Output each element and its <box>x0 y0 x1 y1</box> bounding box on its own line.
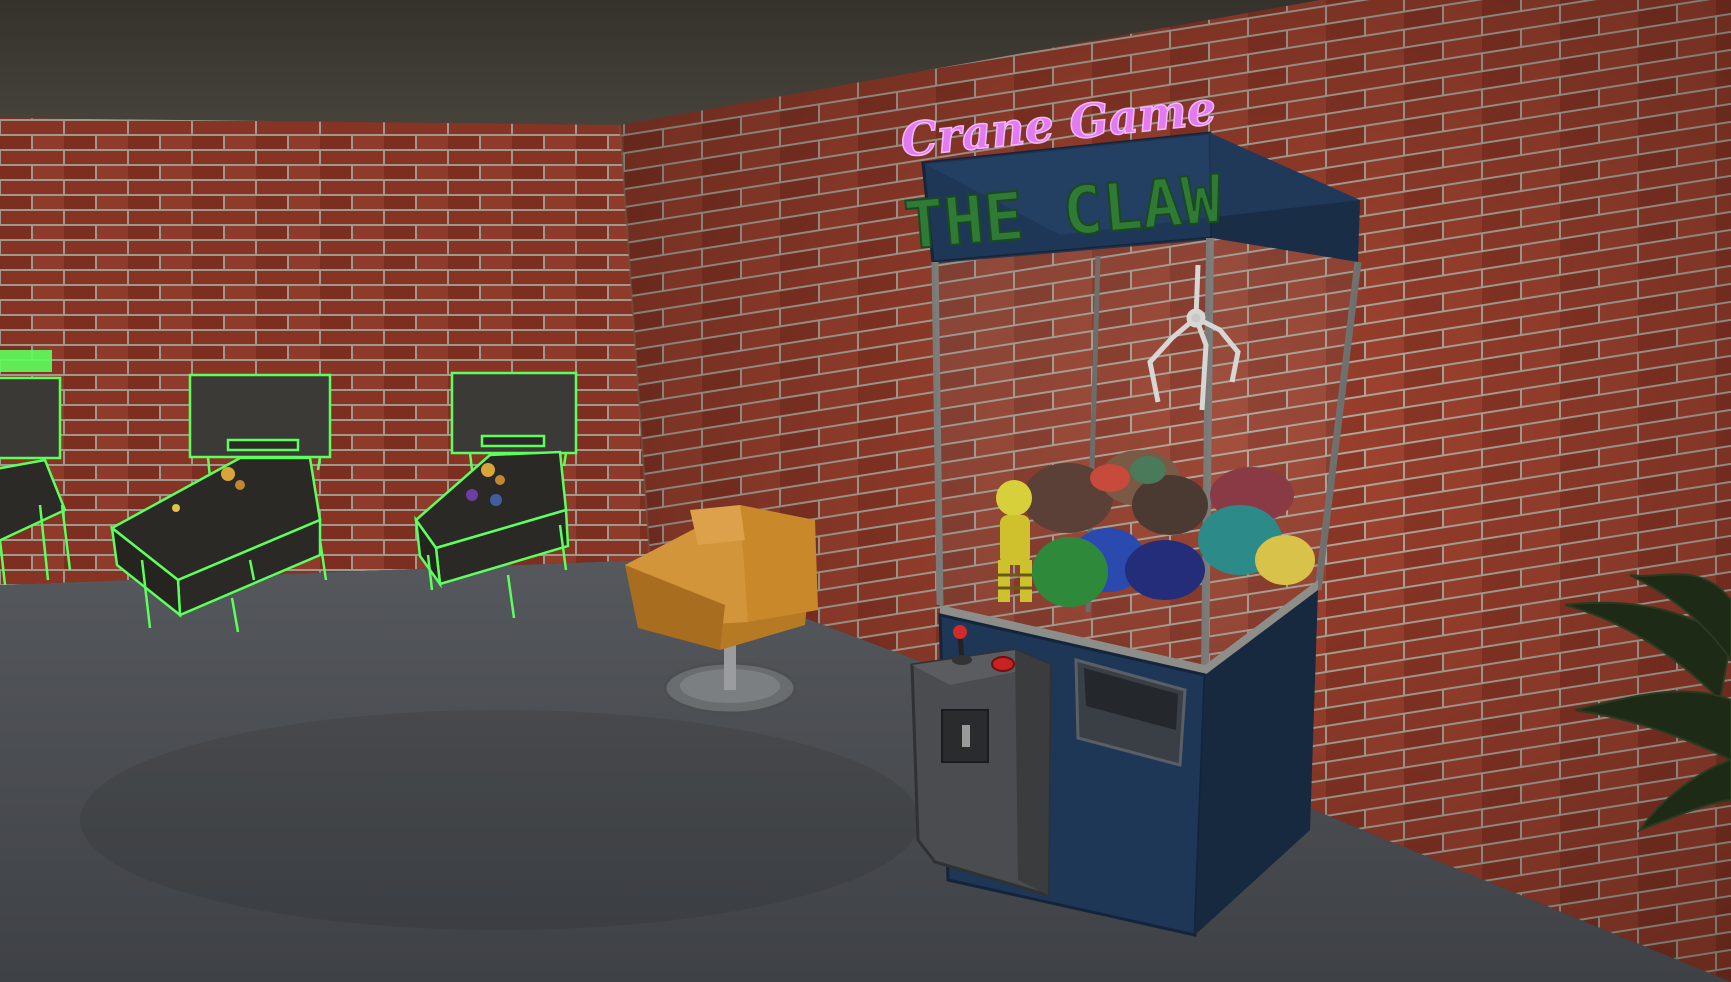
arcade-room-scene: Crane Game THE CLAW <box>0 0 1731 982</box>
drop-claw-button[interactable] <box>991 656 1015 672</box>
arcade-viewport: Crane Game THE CLAW <box>0 0 1731 982</box>
